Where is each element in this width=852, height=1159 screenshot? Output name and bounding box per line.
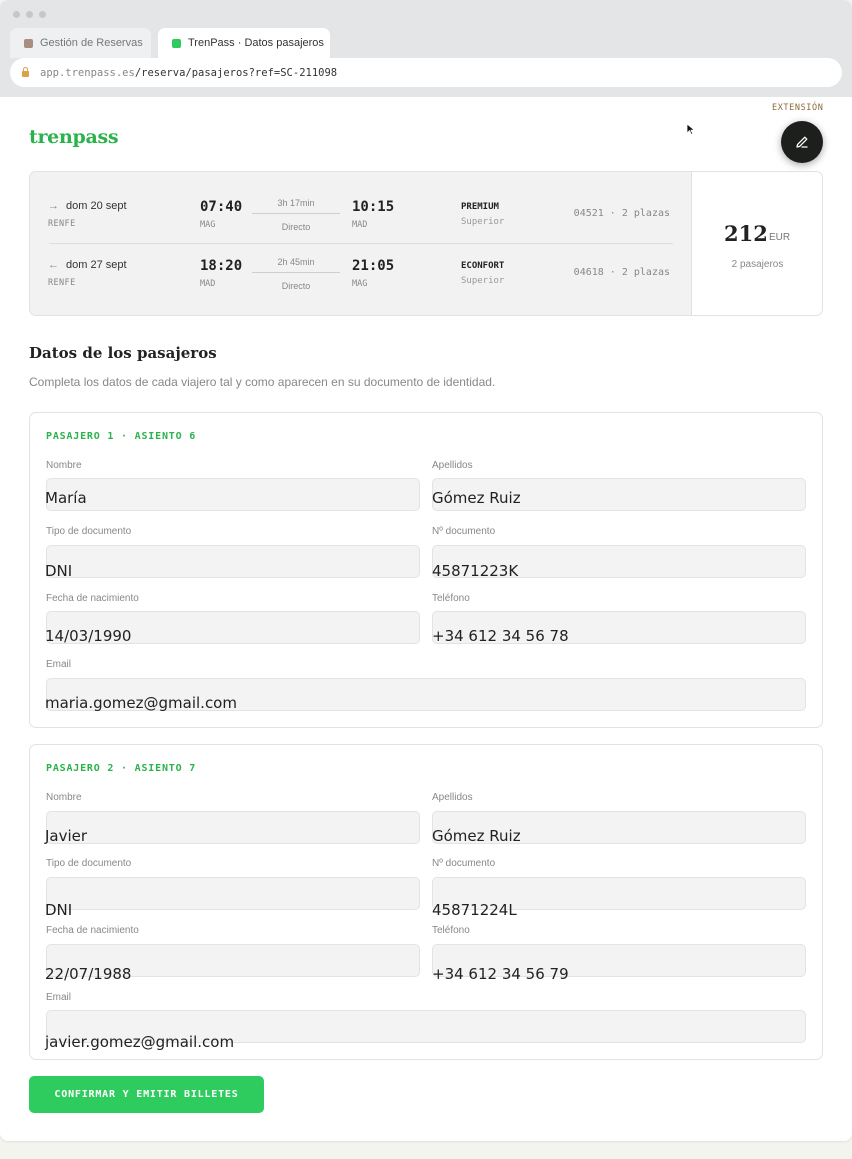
- trip-date-text: dom 20 sept: [66, 200, 127, 212]
- nombre-field[interactable]: [46, 478, 420, 511]
- trip-date: → dom 20 sept: [48, 200, 127, 212]
- url-path: /reserva/pasajeros?ref=SC-211098: [134, 66, 338, 79]
- fare-class: PREMIUM: [461, 202, 499, 212]
- tipo-documento-field[interactable]: [46, 877, 420, 910]
- window-maximize-dot[interactable]: [39, 11, 46, 18]
- arrival-time: 10:15: [352, 199, 395, 215]
- apellidos-label: Apellidos: [432, 792, 473, 803]
- apellidos-value: Gómez Ruiz: [432, 489, 521, 507]
- email-value: javier.gomez@gmail.com: [45, 1033, 235, 1051]
- fecha-nacimiento-value: 22/07/1988: [45, 965, 132, 983]
- nombre-field[interactable]: [46, 811, 420, 844]
- trip-date-text: dom 27 sept: [66, 259, 127, 271]
- apellidos-label: Apellidos: [432, 460, 473, 471]
- telefono-label: Teléfono: [432, 593, 470, 604]
- arrival-station-code: MAG: [352, 279, 368, 289]
- train-number: 04521 · 2 plazas: [573, 208, 670, 219]
- departure-station-code: MAG: [200, 220, 216, 230]
- tab-gestion-reservas[interactable]: Gestión de Reservas: [10, 28, 151, 58]
- tipo-documento-value: DNI: [45, 901, 73, 919]
- fare-class: ECONFORT: [461, 261, 505, 271]
- mouse-cursor-icon: [686, 123, 696, 136]
- train-number: 04618 · 2 plazas: [573, 267, 670, 278]
- tipo-documento-field[interactable]: [46, 545, 420, 578]
- tab-label: Gestión de Reservas: [40, 37, 143, 49]
- trip-date: ← dom 27 sept: [48, 259, 127, 271]
- section-subtitle: Completa los datos de cada viajero tal y…: [29, 375, 496, 389]
- price-amount: 212: [724, 221, 768, 246]
- url-host: app.trenpass.es: [40, 66, 135, 79]
- passenger-title: PASAJERO 2 · ASIENTO 7: [46, 763, 197, 774]
- tipo-documento-value: DNI: [45, 562, 73, 580]
- trip-stops: Directo: [281, 222, 311, 232]
- nombre-label: Nombre: [46, 792, 82, 803]
- tab-trenpass-pasajeros[interactable]: TrenPass · Datos pasajeros: [158, 28, 330, 58]
- email-label: Email: [46, 992, 72, 1003]
- email-value: maria.gomez@gmail.com: [45, 694, 237, 712]
- apellidos-value: Gómez Ruiz: [432, 827, 521, 845]
- nombre-value: María: [45, 489, 87, 507]
- fecha-nacimiento-label: Fecha de nacimiento: [46, 925, 139, 936]
- tab-favicon-icon: [24, 38, 33, 48]
- trip-summary-card: → dom 20 sept RENFE 07:40 MAG 3h 17min Di…: [29, 171, 823, 316]
- arrival-time: 21:05: [352, 258, 395, 274]
- price-box: 212 EUR 2 pasajeros: [691, 172, 822, 315]
- nombre-value: Javier: [45, 827, 88, 845]
- tipo-documento-label: Tipo de documento: [46, 858, 132, 869]
- num-documento-label: Nº documento: [432, 526, 496, 537]
- confirm-issue-tickets-button[interactable]: CONFIRMAR Y EMITIR BILLETES: [29, 1076, 264, 1113]
- num-documento-value: 45871223K: [432, 562, 519, 580]
- window-minimize-dot[interactable]: [26, 11, 33, 18]
- lock-icon: [22, 67, 29, 77]
- telefono-value: +34 612 34 56 79: [432, 965, 569, 983]
- extension-label: EXTENSIÓN: [772, 103, 824, 113]
- browser-chrome: Gestión de Reservas TrenPass · Datos pas…: [0, 0, 852, 97]
- trip-operator: RENFE: [48, 219, 76, 229]
- nombre-label: Nombre: [46, 460, 82, 471]
- fare-subclass: Superior: [461, 217, 505, 227]
- address-bar[interactable]: app.trenpass.es/reserva/pasajeros?ref=SC…: [10, 58, 842, 87]
- fecha-nacimiento-value: 14/03/1990: [45, 627, 132, 645]
- telefono-label: Teléfono: [432, 925, 470, 936]
- arrow-left-icon: ←: [48, 259, 59, 271]
- arrow-right-icon: →: [48, 200, 59, 212]
- tab-favicon-icon: [172, 38, 181, 48]
- trip-duration: 3h 17min: [277, 198, 315, 208]
- passenger-card-2: PASAJERO 2 · ASIENTO 7 Nombre Javier Ape…: [29, 744, 823, 1060]
- telefono-value: +34 612 34 56 78: [432, 627, 569, 645]
- pencil-icon: [796, 136, 808, 148]
- section-title: Datos de los pasajeros: [29, 344, 217, 362]
- departure-station-code: MAD: [200, 279, 216, 289]
- window-close-dot[interactable]: [13, 11, 20, 18]
- departure-time: 18:20: [200, 258, 243, 274]
- arrival-station-code: MAD: [352, 220, 368, 230]
- passenger-card-1: PASAJERO 1 · ASIENTO 6 Nombre María Apel…: [29, 412, 823, 728]
- departure-time: 07:40: [200, 199, 243, 215]
- price-currency: EUR: [769, 232, 791, 243]
- trip-stops: Directo: [281, 281, 311, 291]
- trip-operator: RENFE: [48, 278, 76, 288]
- price-passenger-count: 2 pasajeros: [731, 259, 784, 270]
- num-documento-label: Nº documento: [432, 858, 496, 869]
- trip-return: ← dom 27 sept RENFE 18:20 MAD 2h 45min Di…: [30, 239, 692, 297]
- email-label: Email: [46, 659, 72, 670]
- fare-subclass: Superior: [461, 276, 505, 286]
- duration-line: [252, 213, 340, 214]
- tab-label: TrenPass · Datos pasajeros: [188, 37, 324, 49]
- window-controls: [13, 11, 46, 18]
- tipo-documento-label: Tipo de documento: [46, 526, 132, 537]
- trip-outbound: → dom 20 sept RENFE 07:40 MAG 3h 17min Di…: [30, 180, 692, 238]
- brand-logo[interactable]: trenpass: [29, 126, 119, 148]
- passenger-title: PASAJERO 1 · ASIENTO 6: [46, 431, 197, 442]
- num-documento-value: 45871224L: [432, 901, 517, 919]
- extension-edit-button[interactable]: [781, 121, 823, 163]
- duration-line: [252, 272, 340, 273]
- fecha-nacimiento-label: Fecha de nacimiento: [46, 593, 139, 604]
- browser-window: Gestión de Reservas TrenPass · Datos pas…: [0, 0, 852, 1141]
- trip-duration: 2h 45min: [277, 257, 315, 267]
